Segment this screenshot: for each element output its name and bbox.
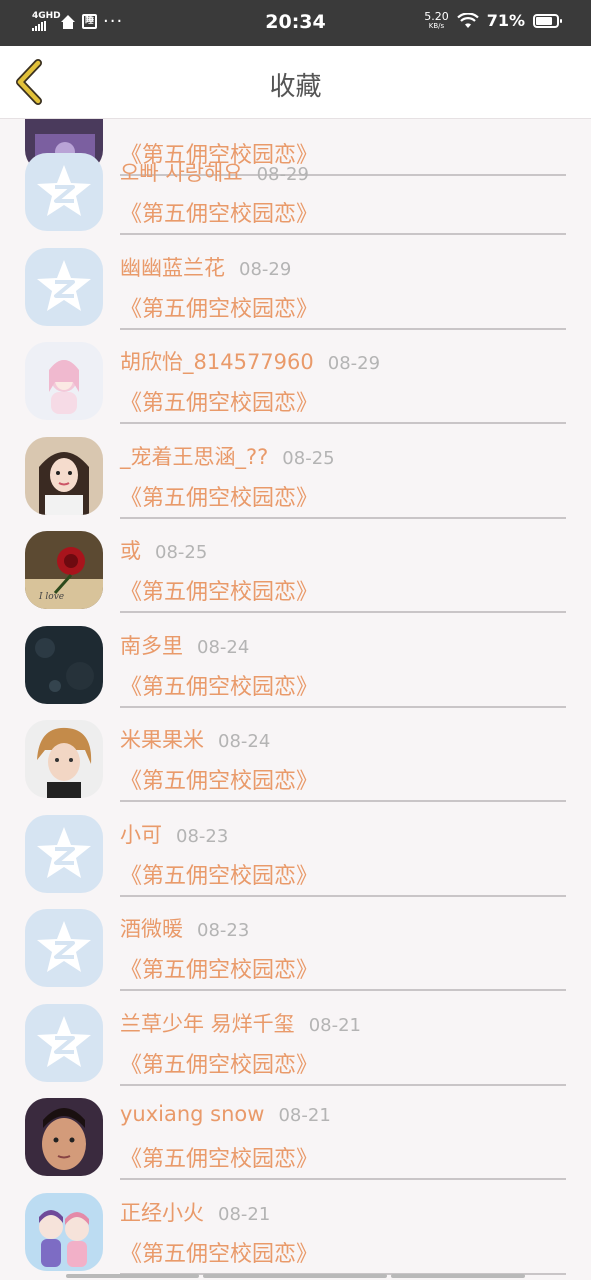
favorite-list-item[interactable]: 兰草少年 易烊千玺 08-21 《第五佣空校园恋》 xyxy=(0,1003,591,1099)
user-name[interactable]: 米果果米 xyxy=(120,728,204,752)
user-name[interactable]: 或 xyxy=(120,539,141,563)
favorite-date: 08-24 xyxy=(218,731,271,752)
wifi-icon xyxy=(456,12,479,28)
book-title-link[interactable]: 《第五佣空校园恋》 xyxy=(120,952,318,984)
favorite-date: 08-23 xyxy=(197,920,250,941)
avatar[interactable] xyxy=(25,436,103,515)
book-title-link[interactable]: 《第五佣空校园恋》 xyxy=(120,763,318,795)
user-name[interactable]: 正经小火 xyxy=(120,1201,204,1225)
row-divider xyxy=(120,327,566,330)
favorite-list-item[interactable]: 小可 08-23 《第五佣空校园恋》 xyxy=(0,814,591,910)
user-name[interactable]: 胡欣怡_814577960 xyxy=(120,350,314,374)
nav-bar: 收藏 xyxy=(0,46,591,119)
favorite-date: 08-21 xyxy=(218,1203,271,1225)
favorite-list-item[interactable]: 南多里 08-24 《第五佣空校园恋》 xyxy=(0,625,591,721)
book-title-link[interactable]: 《第五佣空校园恋》 xyxy=(120,858,318,890)
user-line: 正经小火 08-21 xyxy=(120,1197,270,1227)
favorite-list-item[interactable]: I love 或 08-25 《第五佣空校园恋》 xyxy=(0,531,591,626)
favorite-list-item[interactable]: 幽幽蓝兰花 08-29 《第五佣空校园恋》 xyxy=(0,247,591,343)
row-divider xyxy=(120,611,566,613)
book-title-link[interactable]: 《第五佣空校园恋》 xyxy=(120,1236,318,1268)
favorite-list-item[interactable]: 米果果米 08-24 《第五佣空校园恋》 xyxy=(0,720,591,815)
avatar[interactable] xyxy=(25,1192,103,1271)
battery-icon xyxy=(533,13,562,28)
favorite-list-item[interactable]: 오빠 사랑해요 08-29 《第五佣空校园恋》 xyxy=(0,153,591,248)
default-avatar-icon[interactable] xyxy=(25,153,103,231)
user-line: 兰草少年 易烊千玺 08-21 xyxy=(120,1008,361,1038)
page-title: 收藏 xyxy=(269,72,322,102)
favorites-list[interactable]: 《第五佣空校园恋》 오빠 사랑해요 08-29 《第五佣空校园恋》 幽幽蓝兰花 08-… xyxy=(0,118,591,1280)
user-line: _宠着王思涵_?? 08-25 xyxy=(120,441,335,471)
favorite-date: 08-29 xyxy=(239,258,292,280)
user-line: yuxiang snow 08-21 xyxy=(120,1102,331,1126)
avatar[interactable]: I love xyxy=(25,531,103,609)
status-bar: 4GHD 睡 ··· 20:34 5.20 KB/s 71% xyxy=(0,0,591,46)
user-name[interactable]: 幽幽蓝兰花 xyxy=(120,256,225,280)
book-title-link[interactable]: 《第五佣空校园恋》 xyxy=(120,196,318,228)
avatar[interactable] xyxy=(25,342,103,420)
favorite-date: 08-21 xyxy=(308,1014,361,1036)
row-divider xyxy=(120,1083,566,1086)
default-avatar-icon[interactable] xyxy=(25,909,103,987)
row-divider xyxy=(120,705,566,708)
favorite-date: 08-25 xyxy=(282,447,335,469)
avatar[interactable] xyxy=(25,1098,103,1176)
row-divider xyxy=(120,989,566,991)
user-line: 或 08-25 xyxy=(120,535,207,565)
row-divider xyxy=(120,233,566,235)
favorite-date: 08-29 xyxy=(256,164,309,185)
user-name[interactable]: 酒微暖 xyxy=(120,917,183,941)
user-name[interactable]: _宠着王思涵_?? xyxy=(120,445,268,469)
favorite-list-item[interactable]: 正经小火 08-21 《第五佣空校园恋》 xyxy=(0,1192,591,1280)
favorite-date: 08-21 xyxy=(278,1105,331,1126)
user-line: 小可 08-23 xyxy=(120,819,228,849)
row-divider xyxy=(120,422,566,424)
book-title-link[interactable]: 《第五佣空校园恋》 xyxy=(120,480,318,512)
book-title-link[interactable]: 《第五佣空校园恋》 xyxy=(120,1047,318,1079)
status-right-icons: 5.20 KB/s 71% xyxy=(424,11,562,30)
row-divider xyxy=(120,1178,566,1180)
user-line: 南多里 08-24 xyxy=(120,630,249,660)
user-line: 胡欣怡_814577960 08-29 xyxy=(120,346,380,376)
row-divider xyxy=(120,894,566,897)
user-line: 幽幽蓝兰花 08-29 xyxy=(120,252,291,282)
row-divider xyxy=(120,800,566,802)
favorite-date: 08-25 xyxy=(155,542,208,563)
avatar[interactable] xyxy=(25,625,103,704)
row-divider xyxy=(120,516,566,519)
book-title-link[interactable]: 《第五佣空校园恋》 xyxy=(120,291,318,323)
book-title-link[interactable]: 《第五佣空校园恋》 xyxy=(120,574,318,606)
favorite-date: 08-24 xyxy=(197,636,250,658)
user-name[interactable]: 南多里 xyxy=(120,634,183,658)
scroll-indicator xyxy=(0,1274,591,1280)
battery-percent: 71% xyxy=(486,11,525,30)
default-avatar-icon[interactable] xyxy=(25,814,103,893)
favorite-date: 08-29 xyxy=(327,353,381,374)
favorite-list-item[interactable]: _宠着王思涵_?? 08-25 《第五佣空校园恋》 xyxy=(0,436,591,532)
user-line: 米果果米 08-24 xyxy=(120,724,270,754)
book-title-link[interactable]: 《第五佣空校园恋》 xyxy=(120,1141,318,1173)
user-name[interactable]: 小可 xyxy=(120,823,162,847)
speed-unit: KB/s xyxy=(428,22,445,30)
book-title-link[interactable]: 《第五佣空校园恋》 xyxy=(120,669,318,701)
favorite-list-item[interactable]: yuxiang snow 08-21 《第五佣空校园恋》 xyxy=(0,1098,591,1193)
default-avatar-icon[interactable] xyxy=(25,247,103,326)
user-name[interactable]: yuxiang snow xyxy=(120,1102,264,1126)
favorite-list-item[interactable]: 胡欣怡_814577960 08-29 《第五佣空校园恋》 xyxy=(0,342,591,437)
book-title-link[interactable]: 《第五佣空校园恋》 xyxy=(120,385,318,417)
user-line: 酒微暖 08-23 xyxy=(120,913,249,943)
favorite-date: 08-23 xyxy=(176,825,229,847)
favorite-list-item[interactable]: 酒微暖 08-23 《第五佣空校园恋》 xyxy=(0,909,591,1004)
svg-text:I love: I love xyxy=(38,592,64,602)
default-avatar-icon[interactable] xyxy=(25,1003,103,1082)
user-name[interactable]: 오빠 사랑해요 xyxy=(120,161,243,185)
user-line: 오빠 사랑해요 08-29 xyxy=(120,157,309,187)
user-name[interactable]: 兰草少年 易烊千玺 xyxy=(120,1012,295,1036)
avatar[interactable] xyxy=(25,720,103,798)
network-speed: 5.20 KB/s xyxy=(424,11,449,30)
